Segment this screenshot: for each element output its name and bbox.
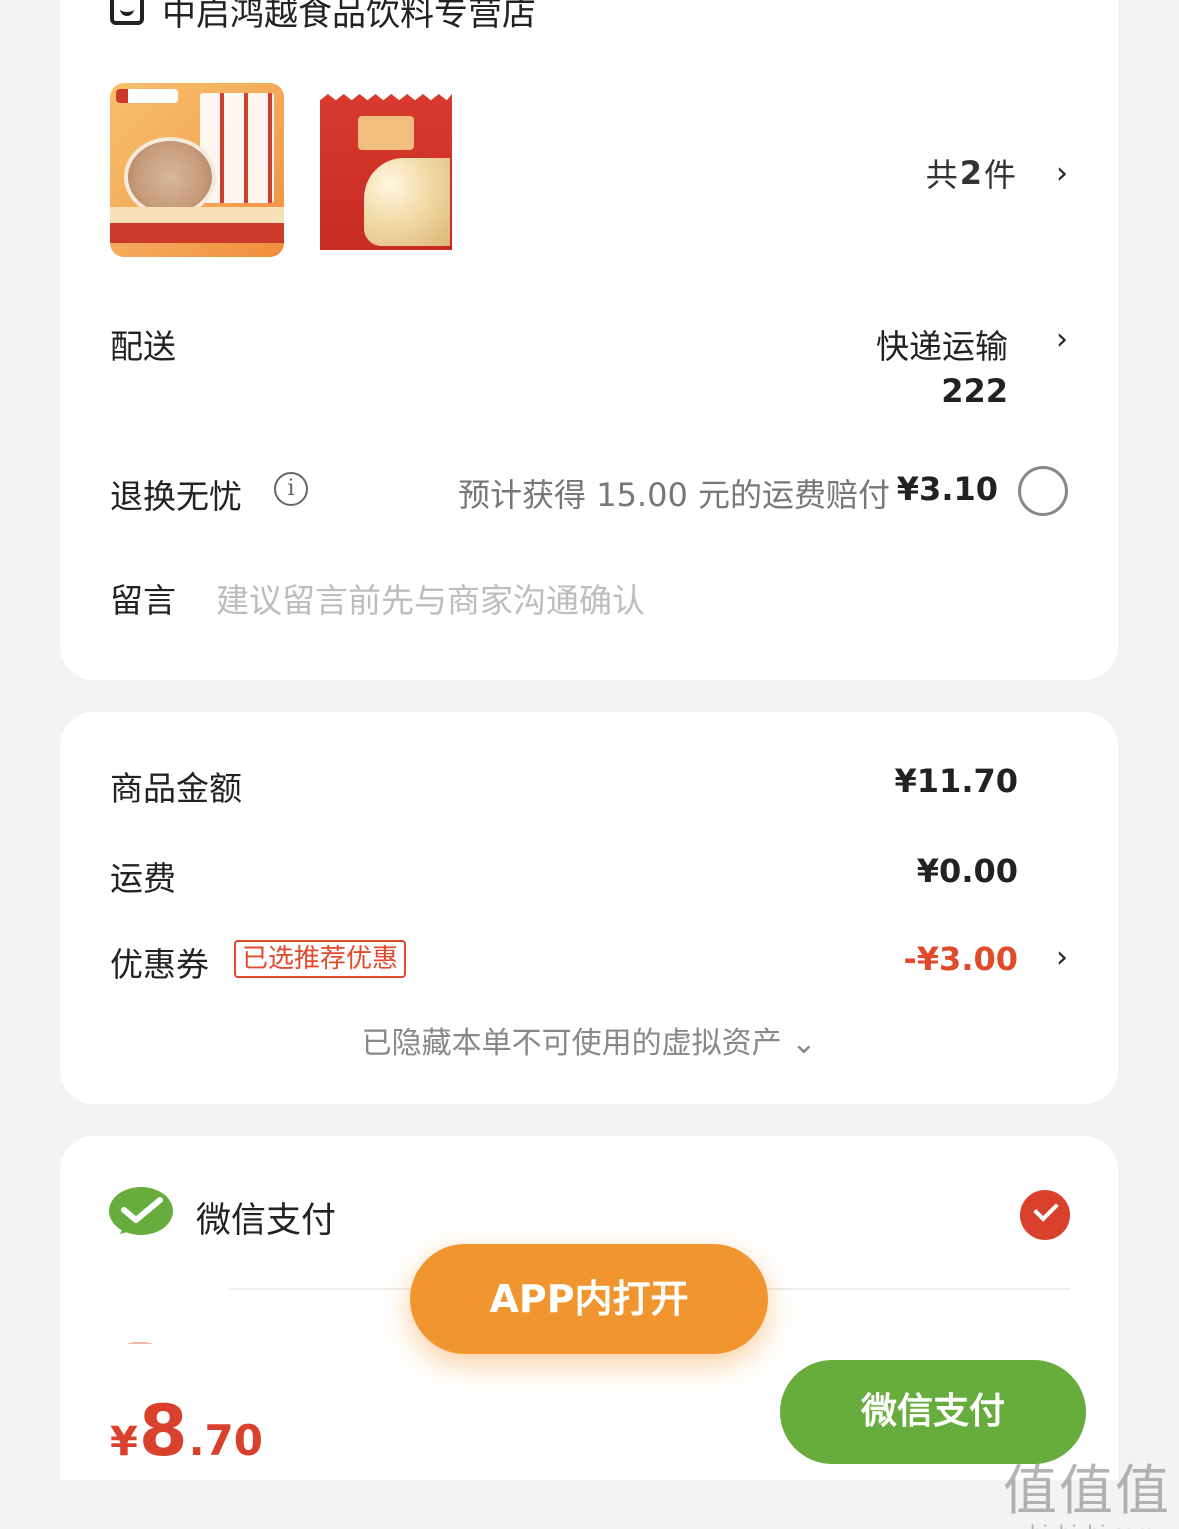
message-input[interactable]: 建议留言前先与商家沟通确认 [216, 574, 645, 622]
checkmark-selected-icon[interactable] [1020, 1190, 1070, 1240]
hidden-assets-toggle[interactable]: 已隐藏本单不可使用的虚拟资产 ⌄ [60, 1018, 1118, 1062]
product-label-band [110, 207, 284, 223]
coupon-discount-value[interactable]: -¥3.00 [904, 940, 1019, 978]
currency-symbol: ¥ [110, 1419, 138, 1465]
item-count-link[interactable]: 共 2 件 › [926, 150, 1068, 196]
popcorn-title-image [358, 116, 414, 150]
order-confirm-page: 中启鸿越食品饮料专营店 共 2 件 › 配送 快递运输 222 › 退换无忧 i… [0, 0, 1179, 1529]
coupon-recommended-badge: 已选推荐优惠 [234, 940, 407, 978]
chevron-right-icon[interactable]: › [1056, 322, 1068, 357]
order-items-card: 中启鸿越食品饮料专营店 共 2 件 › 配送 快递运输 222 › 退换无忧 i… [60, 0, 1118, 680]
brand-logo [116, 89, 178, 103]
goods-amount-label: 商品金额 [110, 769, 242, 808]
product-label-band-red [110, 223, 284, 243]
refund-note: 预计获得 15.00 元的运费赔付 [458, 476, 890, 514]
total-price: ¥ 8 .70 [110, 1390, 263, 1472]
item-count-prefix: 共 [925, 156, 958, 194]
refund-label: 退换无忧 [110, 477, 242, 516]
wechat-pay-icon [109, 1187, 173, 1235]
checkout-bar: ¥ 8 .70 微信支付 [60, 1344, 1118, 1480]
watermark-logo: 值值值 [1003, 1459, 1171, 1522]
message-label: 留言 [110, 581, 176, 620]
refund-price: ¥3.10 [896, 470, 998, 508]
delivery-sub-value: 222 [941, 372, 1008, 410]
sauce-bowl-image [124, 137, 216, 217]
chevron-right-icon: › [1056, 155, 1068, 191]
chevron-right-icon[interactable]: › [1056, 940, 1068, 975]
item-count-value: 2 [959, 154, 982, 192]
popcorn-image [364, 158, 450, 246]
item-count-suffix: 件 [983, 156, 1016, 194]
delivery-label: 配送 [110, 327, 176, 366]
delivery-method[interactable]: 快递运输 [876, 320, 1008, 368]
total-price-decimal: .70 [188, 1416, 263, 1465]
goods-amount-value: ¥11.70 [894, 762, 1018, 800]
product-thumbnail-popcorn[interactable] [320, 94, 452, 250]
payment-method-label[interactable]: 微信支付 [196, 1192, 336, 1243]
refund-radio-button[interactable] [1018, 466, 1068, 516]
coupon-label: 优惠券 [110, 945, 209, 984]
shop-name: 中启鸿越食品饮料专营店 [162, 0, 536, 34]
shipping-fee-label: 运费 [110, 859, 176, 898]
product-thumbnail-dipping-sauce[interactable] [110, 83, 284, 257]
amounts-card: 商品金额 ¥11.70 运费 ¥0.00 优惠券 已选推荐优惠 -¥3.00 ›… [60, 712, 1118, 1104]
info-icon[interactable]: i [274, 472, 308, 506]
shipping-fee-value: ¥0.00 [916, 852, 1018, 890]
total-price-integer: 8 [138, 1390, 188, 1472]
shop-header[interactable]: 中启鸿越食品饮料专营店 [110, 0, 536, 34]
open-in-app-button[interactable]: APP内打开 [410, 1244, 768, 1354]
watermark: 值值值 zhizhizhi.com [1003, 1446, 1171, 1529]
store-icon [110, 0, 144, 25]
watermark-url: zhizhizhi.com [1003, 1521, 1171, 1529]
